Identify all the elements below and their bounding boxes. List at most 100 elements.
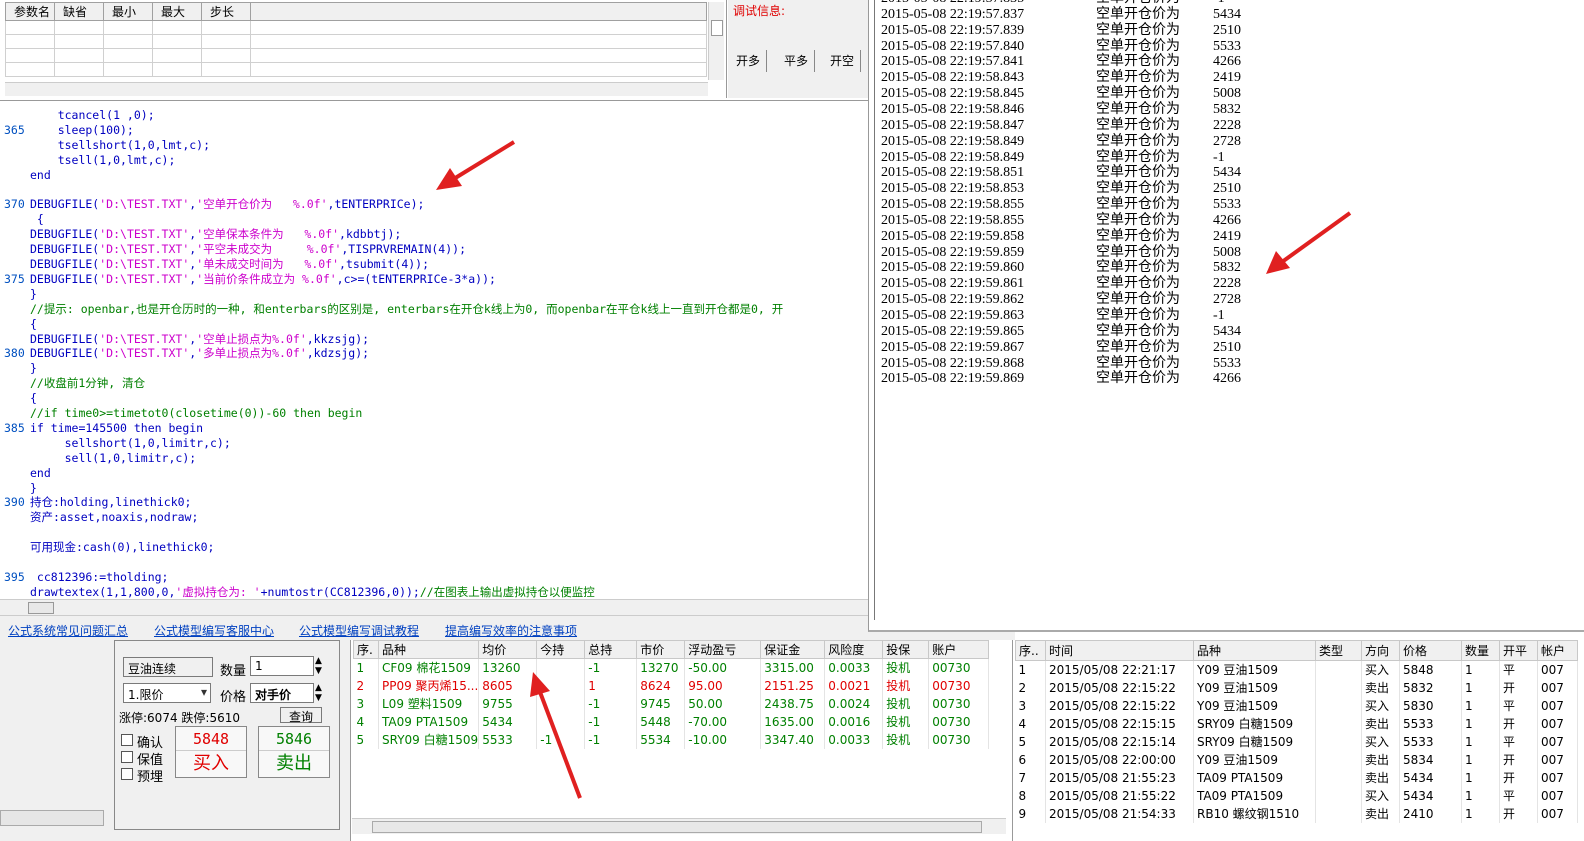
link-efficiency-tips[interactable]: 提高编写效率的注意事项 <box>445 622 577 639</box>
code-horizontal-scrollbar[interactable] <box>0 599 868 615</box>
trade-row[interactable]: 2 2015/05/08 22:15:22 Y09 豆油1509 卖出 5832 1 开 00… <box>1015 678 1578 697</box>
param-column-header[interactable]: 最大 <box>152 2 202 21</box>
positions-column-header[interactable]: 浮动盈亏 <box>684 640 762 659</box>
position-row[interactable]: 5 SRY09 白糖1509 5533 -1 -1 5534 -10.00 3347.40 0.… <box>353 730 990 749</box>
code-line[interactable]: tcancel(1 ,0); <box>0 108 868 123</box>
positions-column-header[interactable]: 序. <box>353 640 379 659</box>
code-line[interactable]: sell(1,0,limitr,c); <box>0 451 868 466</box>
positions-column-header[interactable]: 账户 <box>928 640 990 659</box>
code-line[interactable]: DEBUGFILE('D:\TEST.TXT','单未成交时间为 %.0f',t… <box>0 257 868 272</box>
order-type-select[interactable]: 1.限价 ▾ <box>123 683 211 703</box>
trade-row[interactable]: 4 2015/05/08 22:15:15 SRY09 白糖1509 卖出 5533 1 开… <box>1015 714 1578 733</box>
code-line[interactable]: DEBUGFILE('D:\TEST.TXT','空单止损点为%.0f',kkz… <box>0 332 868 347</box>
trades-column-header[interactable]: 开平 <box>1499 640 1538 661</box>
parameter-vertical-scrollbar[interactable] <box>708 2 724 80</box>
preorder-checkbox[interactable] <box>121 768 133 780</box>
confirm-checkbox[interactable] <box>121 734 133 746</box>
code-line[interactable]: } <box>0 361 868 376</box>
code-line[interactable] <box>0 555 868 570</box>
trade-row[interactable]: 9 2015/05/08 21:54:33 RB10 螺纹钢1510 卖出 2410 1 开… <box>1015 804 1578 823</box>
position-cell: 0.0016 <box>824 712 884 731</box>
symbol-field[interactable]: 豆油连续 <box>123 657 213 677</box>
position-row[interactable]: 3 L09 塑料1509 9755 -1 9745 50.00 2438.75 0.0024 投… <box>353 694 990 713</box>
code-line[interactable]: { <box>0 317 868 332</box>
code-line[interactable]: tsell(1,0,lmt,c); <box>0 153 868 168</box>
code-line[interactable]: //if time0>=timetot0(closetime(0))-60 th… <box>0 406 868 421</box>
link-debug-tutorial[interactable]: 公式模型编写调试教程 <box>299 622 419 639</box>
code-line[interactable]: 可用现金:cash(0),linethick0; <box>0 540 868 555</box>
positions-column-header[interactable]: 保证金 <box>760 640 826 659</box>
positions-column-header[interactable]: 投保 <box>882 640 930 659</box>
positions-column-header[interactable]: 品种 <box>377 640 480 659</box>
parameter-horizontal-scrollbar[interactable] <box>5 82 708 96</box>
code-line[interactable]: 365 sleep(100); <box>0 123 868 138</box>
debug-log-text[interactable]: 2015-05-08 22:19:57.835空单开仓价为-12015-05-0… <box>874 0 1579 620</box>
param-column-header[interactable]: 最小 <box>103 2 153 21</box>
trades-column-header[interactable]: 品种 <box>1193 640 1316 661</box>
code-line[interactable] <box>0 525 868 540</box>
code-line[interactable]: 380 DEBUGFILE('D:\TEST.TXT','多单止损点为%.0f',… <box>0 346 868 361</box>
hedge-checkbox[interactable] <box>121 751 133 763</box>
code-line[interactable]: 385 if time=145500 then begin <box>0 421 868 436</box>
code-line[interactable]: 395 cc812396:=tholding; <box>0 570 868 585</box>
code-line[interactable] <box>0 183 868 198</box>
position-row[interactable]: 1 CF09 棉花1509 13260 -1 13270 -50.00 3315.00 0.0… <box>353 658 990 677</box>
code-line[interactable]: sellshort(1,0,limitr,c); <box>0 436 868 451</box>
trade-row[interactable]: 6 2015/05/08 22:00:00 Y09 豆油1509 卖出 5834 1 开 00… <box>1015 750 1578 769</box>
buy-button[interactable]: 5848 买入 <box>175 726 247 778</box>
trades-column-header[interactable]: 类型 <box>1315 640 1362 661</box>
trades-column-header[interactable]: 数量 <box>1461 640 1500 661</box>
code-line[interactable]: //收盘前1分钟, 清仓 <box>0 376 868 391</box>
positions-column-header[interactable]: 总持 <box>584 640 638 659</box>
code-editor[interactable]: tcancel(1 ,0); 365 sleep(100); tsellshort… <box>0 100 868 600</box>
code-line[interactable]: } <box>0 287 868 302</box>
trade-row[interactable]: 5 2015/05/08 22:15:14 SRY09 白糖1509 买入 5533 1 平… <box>1015 732 1578 751</box>
position-row[interactable]: 2 PP09 聚丙烯15... 8605 1 8624 95.00 2151.25 0.002… <box>353 676 990 695</box>
code-line[interactable]: end <box>0 168 868 183</box>
code-line[interactable]: tsellshort(1,0,lmt,c); <box>0 138 868 153</box>
link-common-issues[interactable]: 公式系统常见问题汇总 <box>8 622 128 639</box>
code-line[interactable]: 390 持仓:holding,linethick0; <box>0 495 868 510</box>
price-input[interactable]: 对手价 <box>250 683 314 703</box>
trade-row[interactable]: 3 2015/05/08 22:15:22 Y09 豆油1509 买入 5830 1 平 00… <box>1015 696 1578 715</box>
trades-column-header[interactable]: 方向 <box>1361 640 1400 661</box>
positions-horizontal-scrollbar[interactable] <box>352 818 1006 834</box>
trades-column-header[interactable]: 价格 <box>1399 640 1462 661</box>
code-line[interactable]: { <box>0 391 868 406</box>
code-line[interactable]: DEBUGFILE('D:\TEST.TXT','平空未成交为 %.0f',TI… <box>0 242 868 257</box>
positions-column-header[interactable]: 市价 <box>636 640 686 659</box>
trade-row[interactable]: 8 2015/05/08 21:55:22 TA09 PTA1509 买入 5434 1 平… <box>1015 786 1578 805</box>
code-line[interactable]: } <box>0 481 868 496</box>
param-column-header-filler <box>250 2 707 21</box>
param-column-header[interactable]: 缺省 <box>54 2 104 21</box>
positions-column-header[interactable]: 均价 <box>478 640 538 659</box>
tab-open-long[interactable]: 开多 <box>730 50 768 72</box>
trades-column-header[interactable]: 序.. <box>1015 640 1046 661</box>
trades-column-header[interactable]: 帐户 <box>1537 640 1578 661</box>
code-line[interactable]: DEBUGFILE('D:\TEST.TXT','空单保本条件为 %.0f',k… <box>0 227 868 242</box>
link-support-center[interactable]: 公式模型编写客服中心 <box>154 622 274 639</box>
code-line[interactable]: end <box>0 466 868 481</box>
trade-row[interactable]: 7 2015/05/08 21:55:23 TA09 PTA1509 卖出 5434 1 开… <box>1015 768 1578 787</box>
code-line[interactable]: 370 DEBUGFILE('D:\TEST.TXT','空单开仓价为 %.0f'… <box>0 197 868 212</box>
code-line[interactable]: drawtextex(1,1,800,0,'虚拟持仓为: '+numtostr(… <box>0 585 868 600</box>
positions-column-header[interactable]: 今持 <box>536 640 586 659</box>
sell-button[interactable]: 5846 卖出 <box>258 726 330 778</box>
trade-row[interactable]: 1 2015/05/08 22:21:17 Y09 豆油1509 买入 5848 1 平 00… <box>1015 660 1578 679</box>
code-line[interactable]: //提示: openbar,也是开仓历时的一种, 和enterbars的区别是,… <box>0 302 868 317</box>
quantity-input[interactable]: 1 <box>250 656 314 676</box>
position-row[interactable]: 4 TA09 PTA1509 5434 -1 5448 -70.00 1635.00 0.00… <box>353 712 990 731</box>
positions-column-header[interactable]: 风险度 <box>824 640 884 659</box>
code-line[interactable]: 资产:asset,noaxis,nodraw; <box>0 510 868 525</box>
trades-column-header[interactable]: 时间 <box>1045 640 1194 661</box>
quantity-stepper-icon[interactable]: ▲ ▼ <box>315 656 322 676</box>
left-strip-scrollbar[interactable] <box>0 810 104 826</box>
param-column-header[interactable]: 步长 <box>201 2 251 21</box>
param-column-header[interactable]: 参数名 <box>5 2 55 21</box>
tab-close-long[interactable]: 平多 <box>778 50 816 72</box>
query-button[interactable]: 查询 <box>280 707 322 724</box>
code-line[interactable]: 375 DEBUGFILE('D:\TEST.TXT','当前价条件成立为 %.0… <box>0 272 868 287</box>
code-line[interactable]: { <box>0 212 868 227</box>
price-stepper-icon[interactable]: ▲ ▼ <box>315 683 322 703</box>
tab-open-short[interactable]: 开空 <box>824 50 862 72</box>
